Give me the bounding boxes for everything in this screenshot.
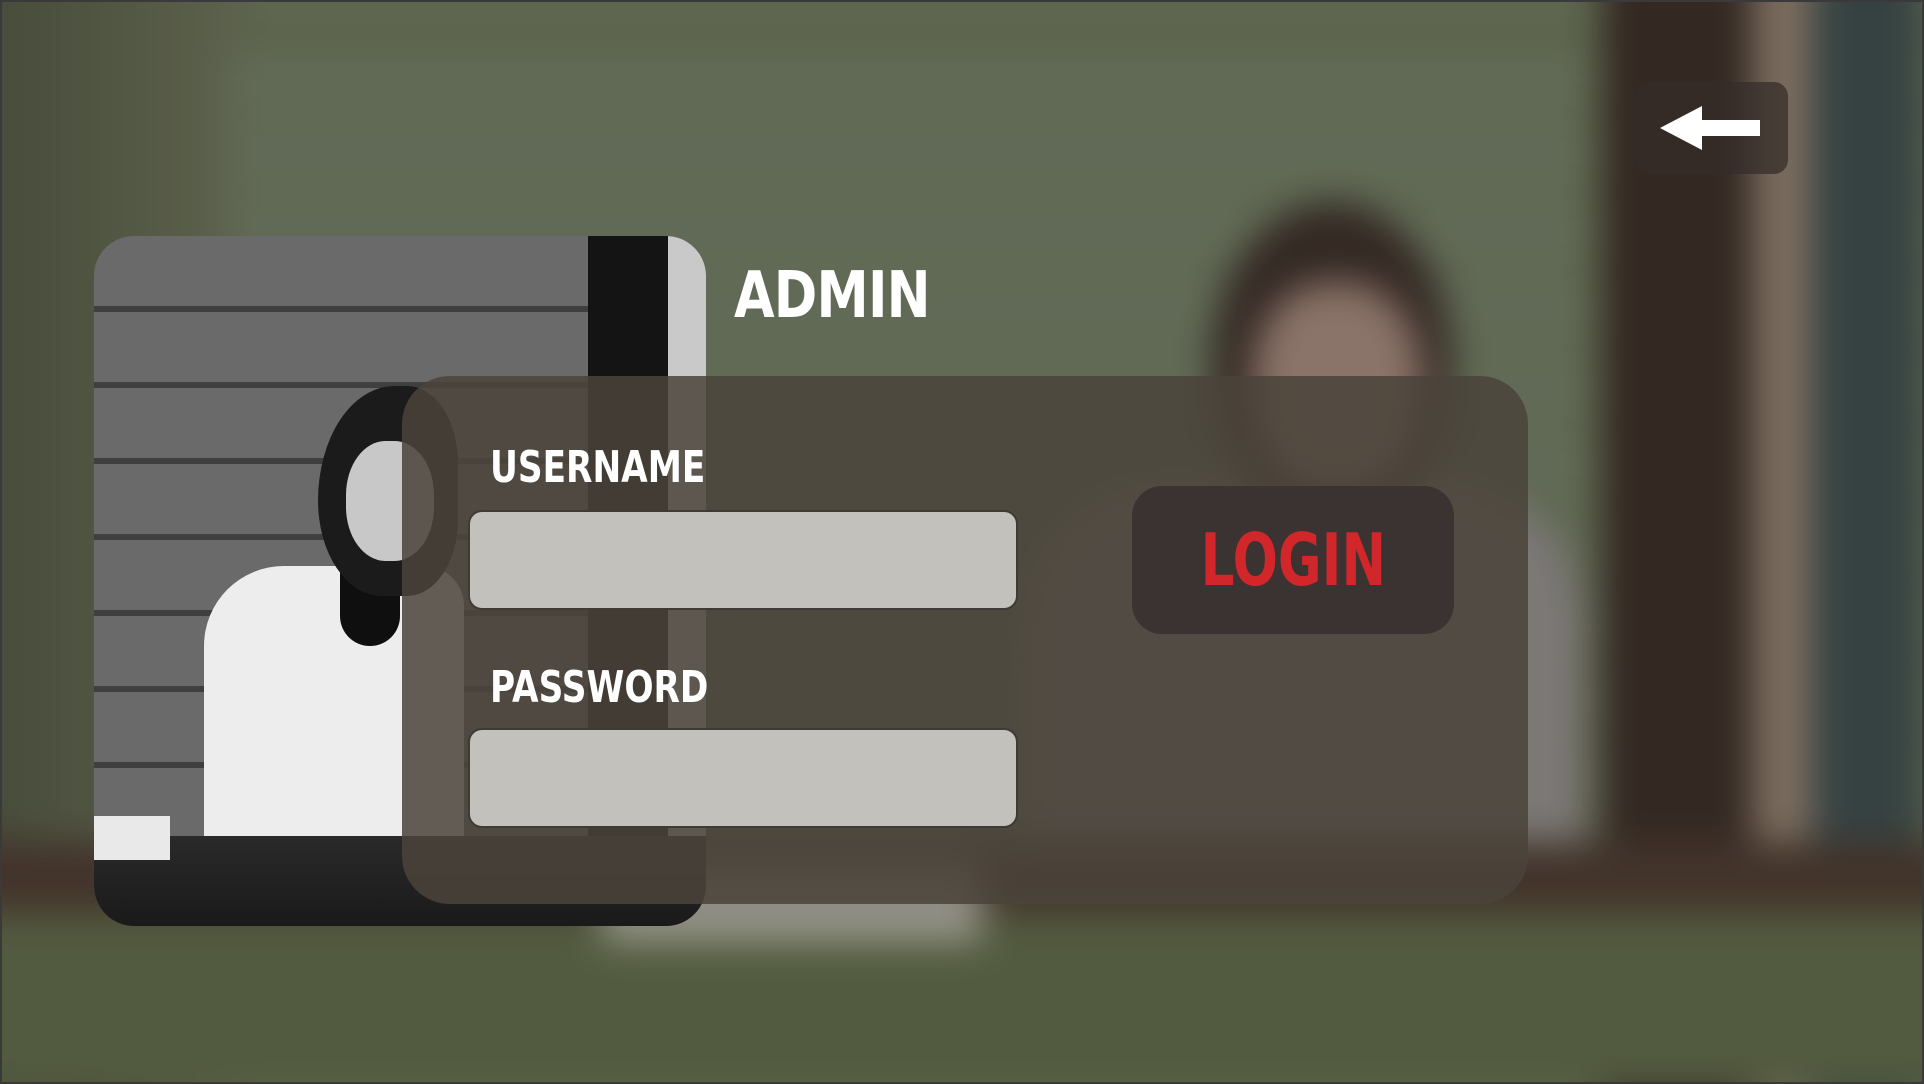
login-button-label: LOGIN	[1200, 518, 1386, 602]
left-arrow-icon	[1660, 106, 1760, 150]
password-input[interactable]	[468, 728, 1018, 828]
login-button[interactable]: LOGIN	[1132, 486, 1454, 634]
back-button[interactable]	[1636, 82, 1788, 174]
login-panel: USERNAME PASSWORD LOGIN	[402, 376, 1528, 904]
page-title: ADMIN	[734, 259, 931, 333]
username-input[interactable]	[468, 510, 1018, 610]
password-label: PASSWORD	[490, 662, 709, 713]
username-label: USERNAME	[490, 442, 706, 493]
login-screen: ADMIN USERNAME PASSWORD LOGIN	[0, 0, 1924, 1084]
